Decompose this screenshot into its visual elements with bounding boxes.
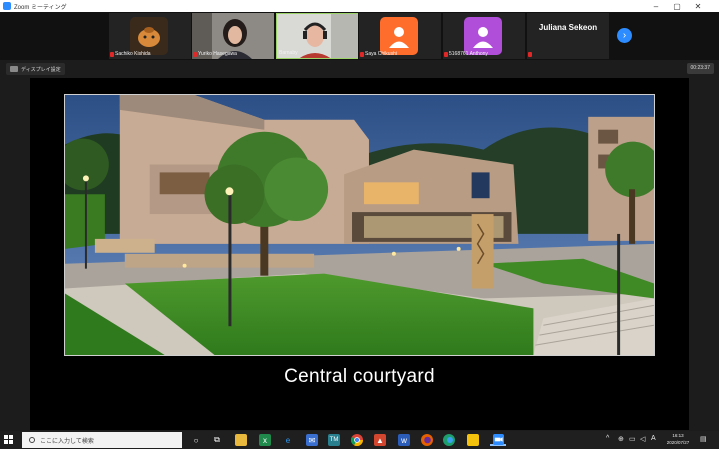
user-silhouette-icon (389, 27, 409, 48)
ime-indicator[interactable]: A (651, 435, 656, 442)
acrobat-icon[interactable]: ▲ (374, 434, 386, 446)
windows-taskbar: ここに入力して検索 ○ ⧉ x e ✉ TM ▲ w ^ ⊕ ▭ ◁ A 16:… (0, 431, 719, 449)
participant-name-display: Juliana Sekeon (538, 23, 598, 32)
firefox-icon[interactable] (421, 434, 433, 446)
muted-mic-icon (360, 52, 364, 57)
view-options-button[interactable]: ディスプレイ設定 (6, 63, 65, 75)
edge-chromium-icon[interactable] (443, 434, 455, 446)
participant-avatar (130, 17, 168, 55)
mail-icon[interactable]: ✉ (306, 434, 318, 446)
avatar-creature-icon (138, 27, 160, 47)
task-view-icon[interactable]: ⧉ (211, 434, 223, 446)
zoom-logo-icon (3, 2, 11, 10)
tray-caret-icon[interactable]: ^ (606, 435, 609, 442)
share-toolbar: ディスプレイ設定 00:23:37 (0, 60, 719, 78)
participant-name: Sachiko Kishida (115, 51, 151, 57)
close-icon[interactable]: ✕ (689, 0, 707, 12)
network-icon[interactable]: ⊕ (618, 435, 624, 443)
participant-avatar (380, 17, 418, 55)
windows-start-icon[interactable] (4, 435, 14, 445)
courtyard-photo (64, 94, 655, 356)
battery-icon[interactable]: ▭ (629, 435, 636, 443)
search-icon (29, 437, 35, 443)
participant-tile[interactable]: Juliana Sekeon (527, 13, 609, 59)
word-icon[interactable]: w (398, 434, 410, 446)
notification-center-icon[interactable]: ▤ (700, 435, 707, 443)
minimize-icon[interactable]: – (647, 0, 665, 12)
taskbar-clock[interactable]: 16:13 2020/07/27 (659, 432, 697, 446)
user-silhouette-icon (473, 27, 493, 48)
volume-icon[interactable]: ◁ (640, 435, 645, 443)
title-bar: Zoom ミーティング – ▢ ✕ (0, 0, 719, 12)
participant-strip: Sachiko Kishida Yuriko Hasegawa Barnaby … (0, 12, 719, 60)
muted-mic-icon (444, 52, 448, 57)
chrome-icon[interactable] (351, 434, 363, 446)
meeting-timer: 00:23:37 (686, 63, 714, 74)
zoom-window: Zoom ミーティング – ▢ ✕ Sachiko Kishida Yuriko… (0, 0, 719, 431)
edge-icon[interactable]: e (282, 434, 294, 446)
participant-name: Saya Chikushi (365, 51, 397, 57)
participant-name: Barnaby (279, 50, 298, 56)
participant-avatar (464, 17, 502, 55)
window-title: Zoom ミーティング (14, 4, 67, 11)
courtyard-image (65, 95, 654, 355)
maximize-icon[interactable]: ▢ (668, 0, 686, 12)
participant-tile[interactable]: Yuriko Hasegawa (192, 13, 274, 59)
cortana-icon[interactable]: ○ (190, 434, 202, 446)
excel-icon[interactable]: x (259, 434, 271, 446)
participant-tile[interactable]: 5168761 Anthony (443, 13, 525, 59)
participant-tile[interactable]: Sachiko Kishida (109, 13, 191, 59)
participant-tile-active[interactable]: Barnaby (276, 13, 358, 59)
muted-mic-icon (110, 52, 114, 57)
muted-mic-icon (528, 52, 532, 57)
muted-mic-icon (193, 52, 197, 57)
participant-tile[interactable]: Saya Chikushi (359, 13, 441, 59)
taskbar-search-box[interactable]: ここに入力して検索 (22, 432, 182, 448)
slide-caption: Central courtyard (284, 366, 435, 387)
view-options-label: ディスプレイ設定 (21, 66, 61, 73)
camera-icon (10, 66, 18, 72)
clock-date: 2020/07/27 (666, 440, 690, 445)
shared-screen: Central courtyard (30, 78, 689, 430)
next-page-arrow-icon[interactable]: › (617, 28, 632, 43)
search-placeholder: ここに入力して検索 (40, 438, 94, 445)
zoom-taskbar-icon[interactable] (490, 433, 506, 446)
participant-name: 5168761 Anthony (449, 51, 488, 57)
clock-time: 16:13 (672, 433, 684, 438)
file-explorer-icon[interactable] (235, 434, 247, 446)
sticky-notes-icon[interactable] (467, 434, 479, 446)
participant-name: Yuriko Hasegawa (198, 51, 237, 57)
teams-icon[interactable]: TM (328, 434, 340, 446)
